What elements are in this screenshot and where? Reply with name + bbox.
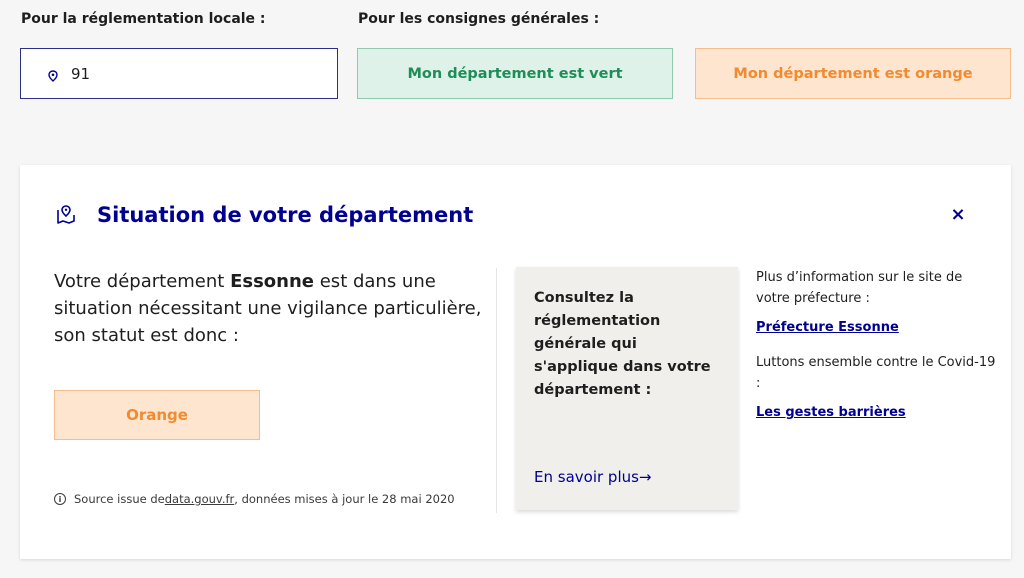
source-note: i Source issue de data.gouv.fr, données … bbox=[54, 492, 455, 506]
desc-text-before: Votre département bbox=[54, 271, 231, 292]
map-pin-icon bbox=[57, 205, 75, 224]
side-info: Plus d’information sur le site de votre … bbox=[756, 267, 996, 437]
department-situation-card: Situation de votre département × Votre d… bbox=[20, 165, 1011, 559]
learn-more-link[interactable]: En savoir plus→ bbox=[534, 468, 652, 486]
consult-text: Consultez la réglementation générale qui… bbox=[534, 290, 711, 398]
covid-info-text: Luttons ensemble contre le Covid-19 : bbox=[756, 355, 996, 391]
general-regulation-box: Consultez la réglementation générale qui… bbox=[516, 267, 738, 510]
gestures-link[interactable]: Les gestes barrières bbox=[756, 402, 996, 423]
card-header: Situation de votre département bbox=[55, 203, 473, 227]
prefecture-info-text: Plus d’information sur le site de votre … bbox=[756, 270, 963, 306]
close-icon[interactable]: × bbox=[948, 203, 968, 225]
department-name: Essonne bbox=[230, 271, 315, 292]
card-title: Situation de votre département bbox=[97, 203, 474, 227]
orange-department-button[interactable]: Mon département est orange bbox=[695, 48, 1011, 99]
department-search-box[interactable] bbox=[20, 48, 338, 99]
local-regulation-label: Pour la réglementation locale : bbox=[21, 11, 266, 27]
info-icon: i bbox=[54, 493, 66, 505]
data-gouv-link[interactable]: data.gouv.fr bbox=[165, 492, 235, 506]
department-description: Votre département Essonne est dans une s… bbox=[54, 268, 484, 349]
prefecture-link[interactable]: Préfecture Essonne bbox=[756, 317, 996, 338]
general-guidelines-label: Pour les consignes générales : bbox=[358, 11, 600, 27]
status-badge: Orange bbox=[54, 390, 260, 440]
department-search-input[interactable] bbox=[71, 64, 301, 83]
green-department-button[interactable]: Mon département est vert bbox=[357, 48, 673, 99]
source-text-after: , données mises à jour le 28 mai 2020 bbox=[234, 492, 455, 506]
source-text-before: Source issue de bbox=[74, 492, 165, 506]
column-divider bbox=[496, 268, 497, 513]
location-pin-icon bbox=[48, 69, 58, 82]
